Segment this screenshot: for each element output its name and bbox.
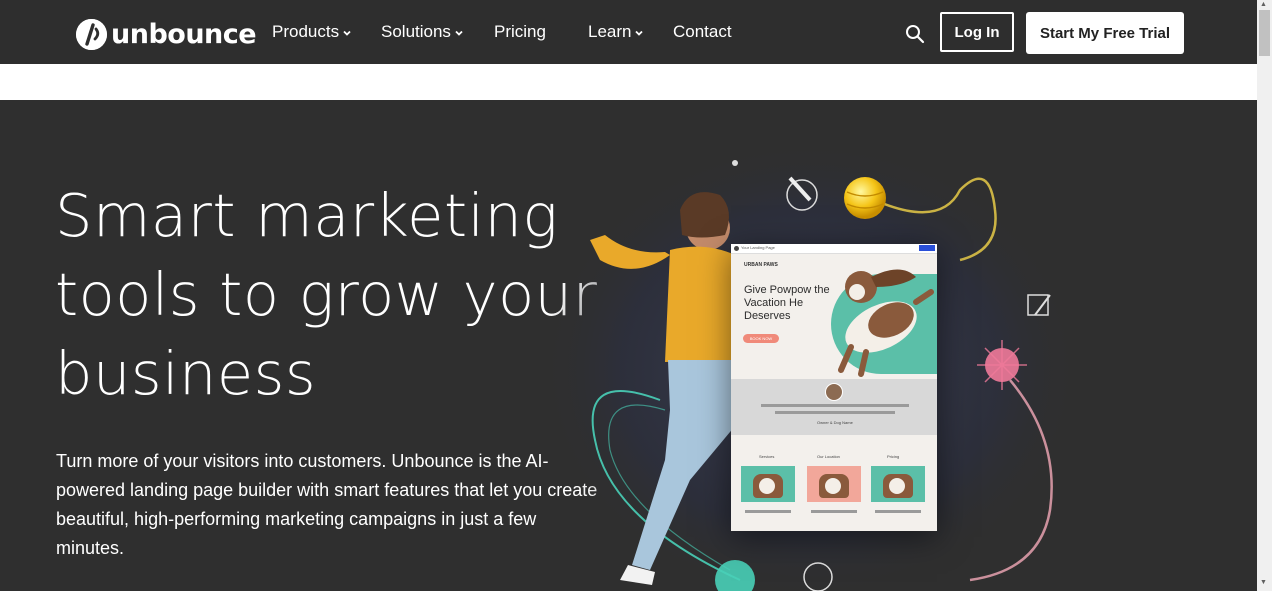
unbounce-logo[interactable]: unbounce <box>76 18 257 50</box>
hero-subtext: Turn more of your visitors into customer… <box>56 451 598 558</box>
mock-col-pricing: Pricing <box>887 454 900 459</box>
mock-tile <box>871 466 925 502</box>
login-button[interactable]: Log In <box>940 12 1014 52</box>
nav-products[interactable]: Products <box>272 22 352 42</box>
logo-text: unbounce <box>111 18 257 50</box>
mock-headline: Give Powpow the Vacation He Deserves <box>744 284 830 322</box>
mock-bar-dot-icon <box>734 246 739 251</box>
mock-text-line <box>745 510 791 513</box>
scroll-up-arrow-icon[interactable]: ▲ <box>1260 1 1267 8</box>
mock-caption: Owner & Dog Name <box>817 420 853 425</box>
mock-landing-page: Your Landing Page URBAN PAWS Give Powpow… <box>731 244 937 531</box>
mock-col-services: Services <box>759 454 775 459</box>
scroll-thumb[interactable] <box>1259 10 1270 56</box>
scroll-down-arrow-icon[interactable]: ▼ <box>1260 579 1267 586</box>
mock-tile <box>807 466 861 502</box>
logo-mark-icon <box>76 18 107 50</box>
nav-learn[interactable]: Learn <box>588 22 644 42</box>
mock-col-location: Our Location <box>817 454 840 459</box>
nav-solutions-label: Solutions <box>381 22 451 41</box>
nav-contact-label: Contact <box>673 22 732 41</box>
mock-text-line <box>811 510 857 513</box>
chevron-down-icon <box>635 30 644 36</box>
chevron-down-icon <box>455 30 463 36</box>
nav-products-label: Products <box>272 22 340 41</box>
nav-learn-label: Learn <box>588 22 632 41</box>
hero-section: Smart marketing tools to grow your busin… <box>0 100 1257 591</box>
mock-brand: URBAN PAWS <box>744 262 778 268</box>
mock-tile <box>741 466 795 502</box>
mock-text-line <box>875 510 921 513</box>
top-navigation: unbounce Products Solutions Pricing Lear… <box>0 0 1257 64</box>
mock-avatar <box>825 383 843 401</box>
start-free-trial-button[interactable]: Start My Free Trial <box>1026 12 1184 54</box>
nav-contact[interactable]: Contact <box>673 22 732 42</box>
nav-solutions[interactable]: Solutions <box>381 22 464 42</box>
nav-pricing[interactable]: Pricing <box>494 22 546 42</box>
mock-text-line <box>775 411 895 414</box>
chevron-down-icon <box>343 30 351 36</box>
nav-pricing-label: Pricing <box>494 22 546 41</box>
mock-bar-button <box>919 245 935 251</box>
search-icon[interactable] <box>905 24 925 44</box>
mock-bar-title: Your Landing Page <box>741 245 775 250</box>
announcement-strip <box>0 64 1257 100</box>
flying-dog-icon <box>838 269 934 377</box>
hero-headline: Smart marketing tools to grow your busin… <box>55 181 598 408</box>
mock-text-line <box>761 404 909 407</box>
mock-book-button: BOOK NOW <box>743 334 779 343</box>
page-scrollbar[interactable]: ▲ ▼ <box>1257 0 1272 591</box>
